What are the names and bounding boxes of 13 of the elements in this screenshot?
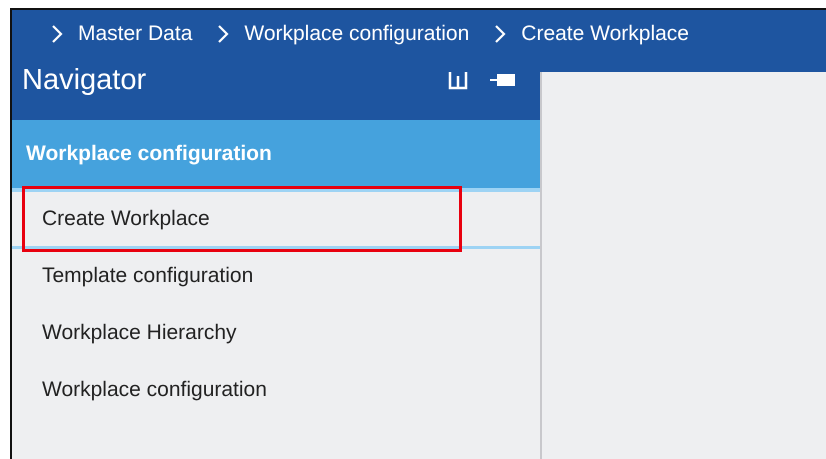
pin-icon[interactable] [490,73,516,89]
breadcrumb-link[interactable]: Master Data [78,22,192,46]
nav-item[interactable]: Workplace Hierarchy [12,306,540,363]
section-header: Workplace configuration [12,120,540,192]
chevron-right-icon [216,24,230,44]
nav-item[interactable]: Template configuration [12,249,540,306]
navigator-title: Navigator [22,66,148,95]
collapse-icon[interactable] [448,72,468,90]
chevron-right-icon [493,24,508,44]
chevron-right-icon [50,24,64,44]
breadcrumb-link[interactable]: Create Workplace [521,22,689,46]
breadcrumb-link[interactable]: Workplace configuration [244,22,470,46]
nav-item[interactable]: Workplace configuration [12,363,540,420]
